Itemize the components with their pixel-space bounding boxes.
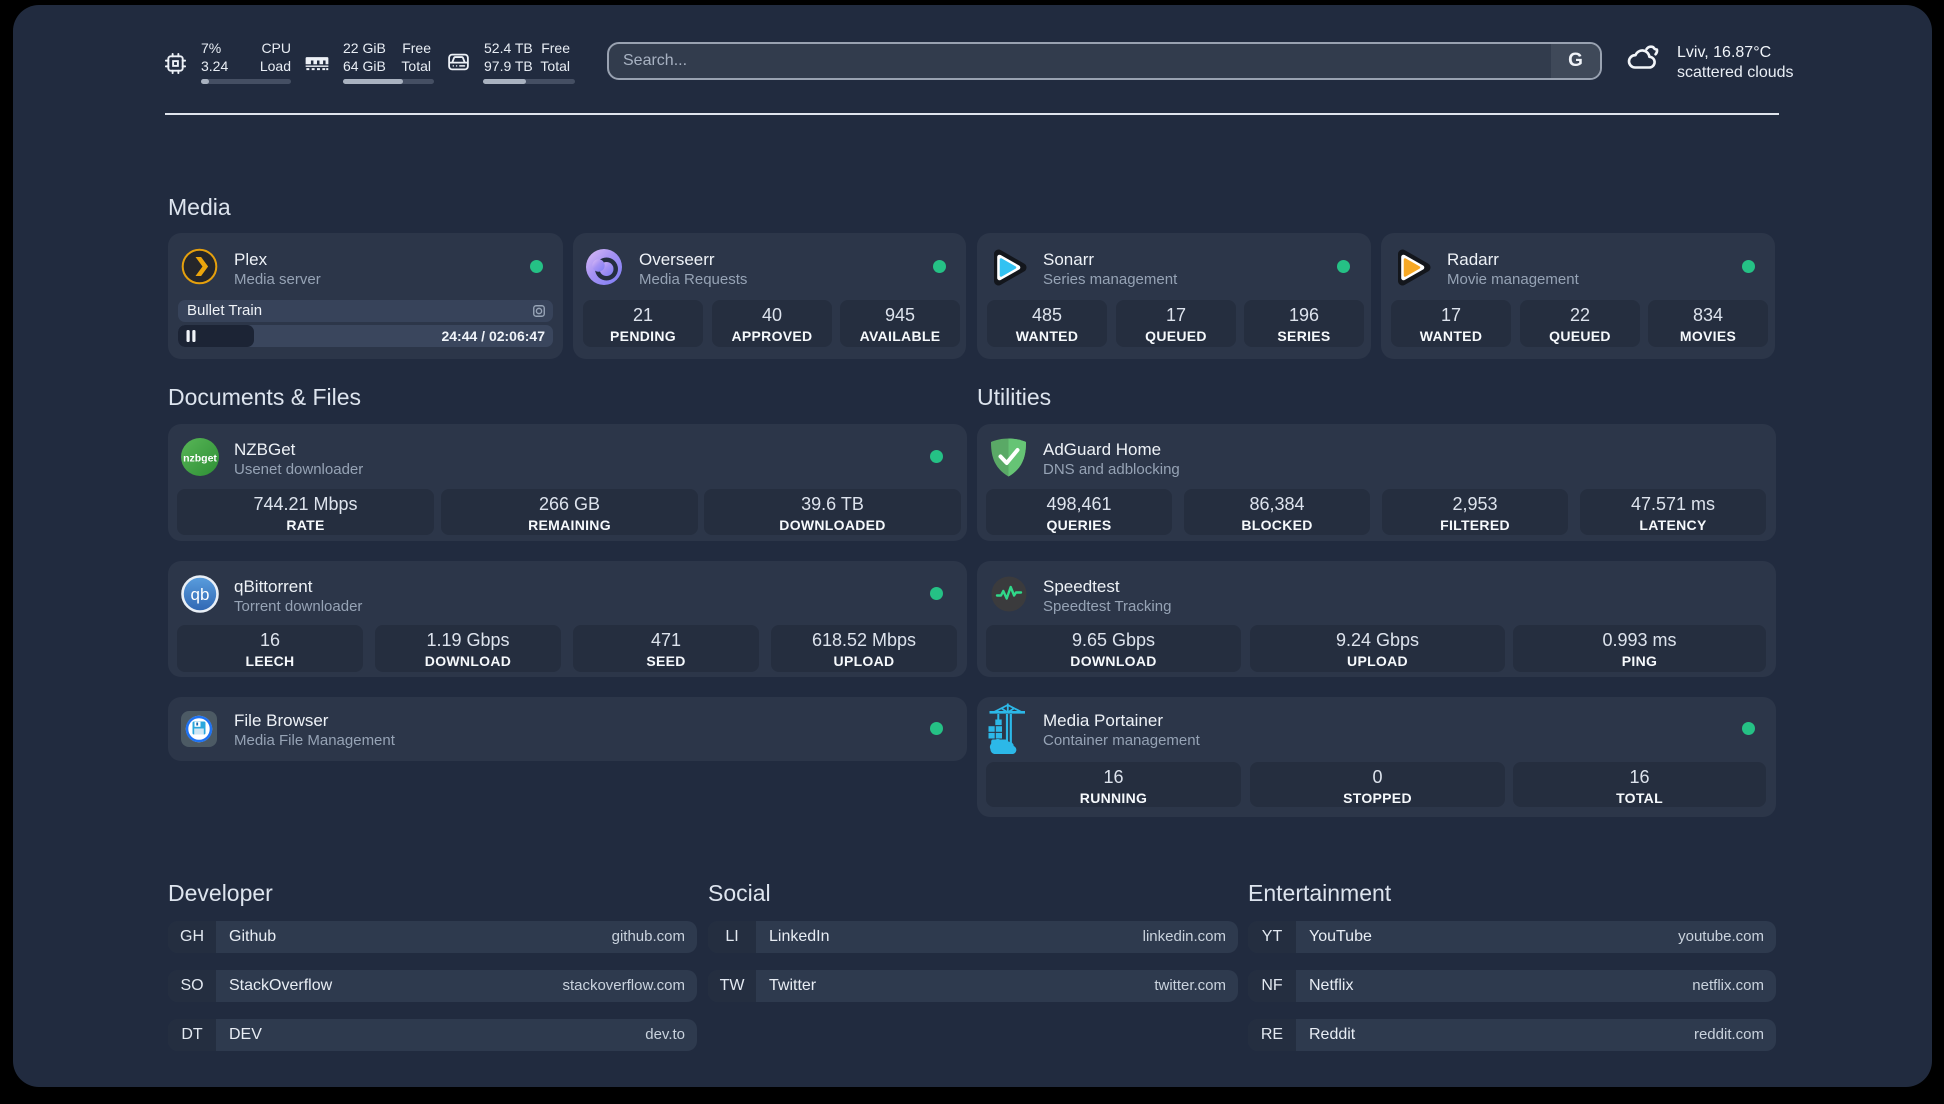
svg-text:qb: qb bbox=[191, 585, 210, 604]
svg-text:nzbget: nzbget bbox=[183, 453, 217, 465]
